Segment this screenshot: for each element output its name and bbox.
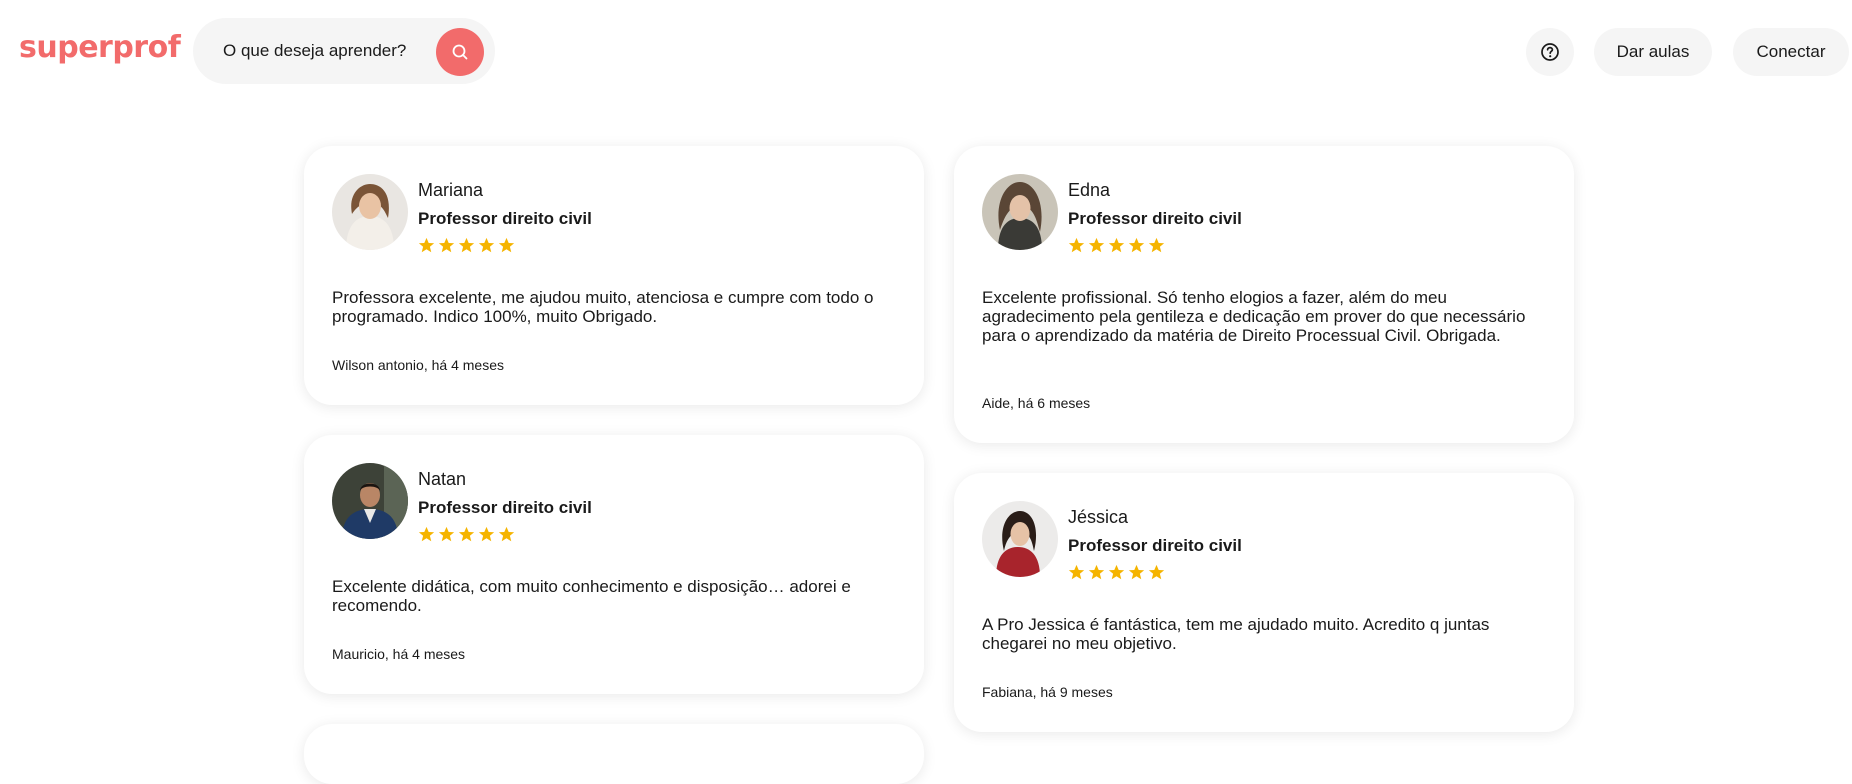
search-icon [452, 44, 468, 60]
avatar [332, 174, 408, 250]
avatar [982, 174, 1058, 250]
teacher-name[interactable]: Jéssica [1068, 507, 1128, 528]
help-button[interactable] [1526, 28, 1574, 76]
review-card: Jéssica Professor direito civil A Pro Je… [954, 473, 1574, 732]
star-icon [1148, 237, 1165, 253]
teacher-title: Professor direito civil [418, 498, 592, 517]
review-card: Edna Professor direito civil Excelente p… [954, 146, 1574, 443]
star-icon [1068, 564, 1085, 580]
superprof-logo[interactable]: superprof [19, 30, 181, 65]
review-author: Wilson antonio, há 4 meses [332, 357, 504, 373]
login-button[interactable]: Conectar [1733, 28, 1849, 76]
teach-button[interactable]: Dar aulas [1594, 28, 1712, 76]
star-icon [478, 237, 495, 253]
review-card: Natan Professor direito civil Excelente … [304, 435, 924, 694]
review-card-partial [304, 724, 924, 784]
star-icon [1148, 564, 1165, 580]
review-author: Aide, há 6 meses [982, 395, 1091, 411]
star-icon [498, 237, 515, 253]
star-icon [1128, 564, 1145, 580]
teacher-name[interactable]: Mariana [418, 180, 483, 201]
teacher-name[interactable]: Natan [418, 469, 466, 490]
star-icon [1088, 237, 1105, 253]
star-icon [1108, 237, 1125, 253]
star-rating [1068, 237, 1165, 254]
review-author: Fabiana, há 9 meses [982, 684, 1113, 700]
star-icon [458, 237, 475, 253]
review-card: Mariana Professor direito civil Professo… [304, 146, 924, 405]
star-rating [1068, 564, 1165, 581]
teacher-title: Professor direito civil [1068, 209, 1242, 228]
star-icon [1068, 237, 1085, 253]
teacher-title: Professor direito civil [418, 209, 592, 228]
review-text: Excelente didática, com muito conhecimen… [332, 577, 851, 615]
star-icon [438, 237, 455, 253]
top-header: superprof O que deseja aprender? Dar aul… [0, 0, 1852, 100]
search-input[interactable]: O que deseja aprender? [223, 41, 406, 61]
star-icon [1108, 564, 1125, 580]
avatar [332, 463, 408, 539]
star-icon [458, 526, 475, 542]
review-author: Mauricio, há 4 meses [332, 646, 466, 662]
avatar [982, 501, 1058, 577]
star-rating [418, 237, 515, 254]
star-icon [418, 526, 435, 542]
question-circle-icon [1541, 43, 1559, 61]
review-text: Professora excelente, me ajudou muito, a… [332, 288, 874, 326]
star-icon [1128, 237, 1145, 253]
teacher-title: Professor direito civil [1068, 536, 1242, 555]
star-rating [418, 526, 515, 543]
search-bar[interactable]: O que deseja aprender? [193, 18, 495, 84]
search-button[interactable] [436, 28, 484, 76]
review-text: Excelente profissional. Só tenho elogios… [982, 288, 1526, 345]
star-icon [498, 526, 515, 542]
star-icon [1088, 564, 1105, 580]
star-icon [438, 526, 455, 542]
teacher-name[interactable]: Edna [1068, 180, 1110, 201]
review-text: A Pro Jessica é fantástica, tem me ajuda… [982, 615, 1490, 653]
star-icon [478, 526, 495, 542]
star-icon [418, 237, 435, 253]
